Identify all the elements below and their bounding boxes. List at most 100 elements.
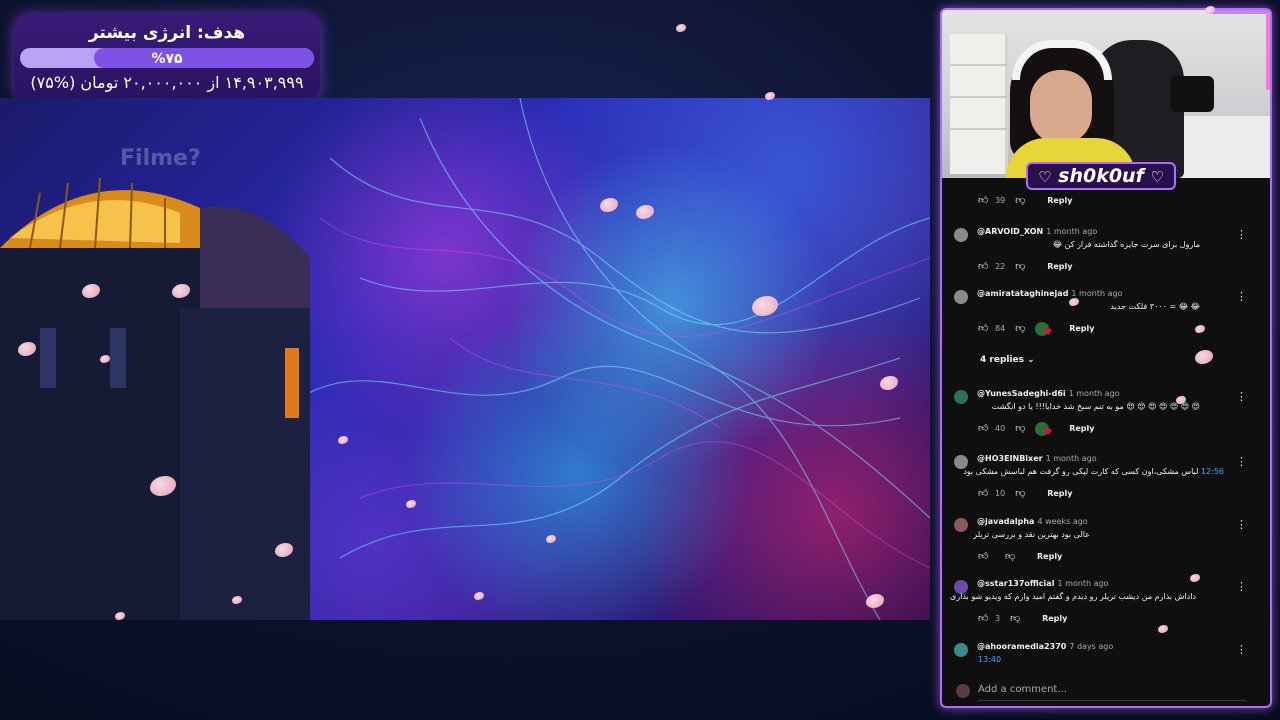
comment-author[interactable]: @ahooramedia2370	[977, 642, 1066, 651]
comment-text: 😂 😂 = ۳۰۰۰ فلکت جدید	[1110, 302, 1200, 311]
comment-text: داداش بذارم من دیشب تریلر رو دیدم و گفتم…	[950, 592, 1196, 601]
like-count: 22	[995, 262, 1006, 271]
neon-light	[1210, 10, 1270, 90]
thumb-up-icon[interactable]: 👍︎	[978, 194, 990, 208]
goal-title: هدف: انرژی بیشتر	[88, 23, 246, 43]
thumb-down-icon[interactable]: 👎︎	[1015, 260, 1027, 274]
goal-progress-fill	[93, 48, 314, 68]
reply-button[interactable]: Reply	[1069, 322, 1094, 336]
comment-actions: 👍︎ 👎︎ Reply	[978, 550, 1062, 564]
comment-actions: 👍︎ 40 👎︎ Reply	[978, 422, 1094, 440]
headphones	[1012, 40, 1112, 80]
comment-author[interactable]: @HO3EINBixer	[977, 454, 1043, 463]
reply-button[interactable]: Reply	[1037, 550, 1062, 564]
reply-button[interactable]: Reply	[1047, 194, 1072, 208]
more-vert-icon[interactable]: ⋮	[1236, 518, 1247, 531]
chair-logo	[1170, 76, 1214, 112]
add-comment-box[interactable]: Add a comment...	[942, 680, 1270, 704]
more-vert-icon[interactable]: ⋮	[1236, 390, 1247, 403]
nebula-artwork	[0, 98, 930, 620]
thumb-up-icon[interactable]: 👍︎	[978, 487, 990, 501]
comment-actions: 👍︎ 22 👎︎ Reply	[978, 260, 1072, 274]
creator-heart-icon	[1035, 322, 1052, 340]
ornate-building	[0, 177, 310, 620]
more-vert-icon[interactable]: ⋮	[1236, 455, 1247, 468]
comment-time[interactable]: 4 weeks ago	[1037, 517, 1087, 526]
comment-text: عالی بود بهترین نقد و بررسی تریلر	[973, 530, 1090, 539]
reply-button[interactable]: Reply	[1069, 422, 1094, 436]
thumb-down-icon[interactable]: 👎︎	[1010, 612, 1022, 626]
like-count: 40	[995, 424, 1006, 433]
streamer-name-tag: ♡ sh0k0uf ♡	[1026, 162, 1176, 190]
avatar[interactable]	[954, 228, 968, 242]
view-replies-button[interactable]: 4 replies ⌄	[980, 355, 1035, 365]
thumb-down-icon[interactable]: 👎︎	[1015, 322, 1027, 336]
comment-time[interactable]: 1 month ago	[1046, 227, 1097, 236]
chevron-down-icon: ⌄	[1027, 355, 1035, 365]
like-count: 84	[995, 324, 1006, 333]
comment-author[interactable]: @sstar137official	[977, 579, 1054, 588]
comment-time[interactable]: 1 month ago	[1046, 454, 1097, 463]
thumb-up-icon[interactable]: 👍︎	[978, 260, 990, 274]
bookshelf	[950, 34, 1008, 174]
input-underline	[978, 700, 1246, 701]
comments-list: 👍︎ 39 👎︎ Reply @ARVOID_XON 1 month ago مارول…	[942, 180, 1270, 690]
dresser	[1174, 116, 1270, 178]
like-count: 3	[995, 614, 1001, 623]
comment-time[interactable]: 1 month ago	[1057, 579, 1108, 588]
like-count: 39	[995, 196, 1006, 205]
more-vert-icon[interactable]: ⋮	[1236, 228, 1247, 241]
comment-author[interactable]: @ARVOID_XON	[977, 227, 1043, 236]
comment-time[interactable]: 7 days ago	[1069, 642, 1113, 651]
goal-amount: ۱۴,۹۰۳,۹۹۹ از ۲۰,۰۰۰,۰۰۰ تومان (%۷۵)	[30, 73, 304, 92]
avatar[interactable]	[954, 643, 968, 657]
comment-time[interactable]: 1 month ago	[1071, 289, 1122, 298]
avatar[interactable]	[954, 290, 968, 304]
video-timestamp-link[interactable]: 13:40	[978, 654, 1001, 666]
streamer-webcam	[942, 10, 1270, 178]
add-comment-input[interactable]: Add a comment...	[978, 684, 1067, 695]
comment-text: لباس مشکی،اون کسی که کارت لیکی رو گرفت ه…	[963, 467, 1199, 476]
main-video[interactable]: Filme?	[0, 98, 930, 620]
goal-progress-bar: %۷۵	[20, 48, 314, 68]
reply-button[interactable]: Reply	[1047, 487, 1072, 501]
comment-time[interactable]: 1 month ago	[1069, 389, 1120, 398]
comment-actions: 👍︎ 84 👎︎ Reply	[978, 322, 1094, 340]
thumb-down-icon[interactable]: 👎︎	[1015, 422, 1027, 436]
comment-author[interactable]: @amiratataghinejad	[977, 289, 1068, 298]
more-vert-icon[interactable]: ⋮	[1236, 580, 1247, 593]
thumb-down-icon[interactable]: 👎︎	[1005, 550, 1017, 564]
heart-icon: ♡	[1150, 168, 1164, 186]
thumb-up-icon[interactable]: 👍︎	[978, 322, 990, 336]
heart-icon: ♡	[1038, 168, 1052, 186]
replies-label: 4 replies	[980, 355, 1025, 365]
thumb-down-icon[interactable]: 👎︎	[1015, 194, 1027, 208]
thumb-up-icon[interactable]: 👍︎	[978, 422, 990, 436]
comment-author[interactable]: @YunesSadeghi-d6i	[977, 389, 1066, 398]
avatar	[956, 684, 970, 698]
petal-decoration	[676, 24, 686, 32]
donation-goal-widget: هدف: انرژی بیشتر %۷۵ ۱۴,۹۰۳,۹۹۹ از ۲۰,۰۰…	[14, 14, 320, 100]
comment-actions: 👍︎ 10 👎︎ Reply	[978, 487, 1072, 501]
like-count: 10	[995, 489, 1006, 498]
thumb-down-icon[interactable]: 👎︎	[1015, 487, 1027, 501]
video-timestamp-link[interactable]: 12:56	[1201, 467, 1224, 476]
comment-author[interactable]: @javadalpha	[977, 517, 1034, 526]
reply-button[interactable]: Reply	[1042, 612, 1067, 626]
comment-text: 😍 😍 😍 😍 😍 😍 😍 مو به تنم سیخ شد خدایا!!! …	[991, 402, 1200, 411]
thumb-up-icon[interactable]: 👍︎	[978, 612, 990, 626]
avatar[interactable]	[954, 518, 968, 532]
avatar[interactable]	[954, 390, 968, 404]
video-watermark: Filme?	[120, 146, 201, 171]
thumb-up-icon[interactable]: 👍︎	[978, 550, 990, 564]
comment-actions: 👍︎ 3 👎︎ Reply	[978, 612, 1067, 626]
more-vert-icon[interactable]: ⋮	[1236, 290, 1247, 303]
reply-button[interactable]: Reply	[1047, 260, 1072, 274]
comment-text-row: 12:56 لباس مشکی،اون کسی که کارت لیکی رو …	[963, 466, 1224, 478]
comment-text: مارول برای سرت جایزه گذاشته فرار کن 😂	[1052, 240, 1200, 249]
streamer-name: sh0k0uf	[1058, 165, 1144, 187]
streamer-face	[1030, 70, 1092, 144]
sidebar-panel: ♡ sh0k0uf ♡ 👍︎ 39 👎︎ Reply @ARVOID_XON 1 mon…	[940, 8, 1272, 708]
goal-percent: %۷۵	[151, 51, 183, 67]
more-vert-icon[interactable]: ⋮	[1236, 643, 1247, 656]
